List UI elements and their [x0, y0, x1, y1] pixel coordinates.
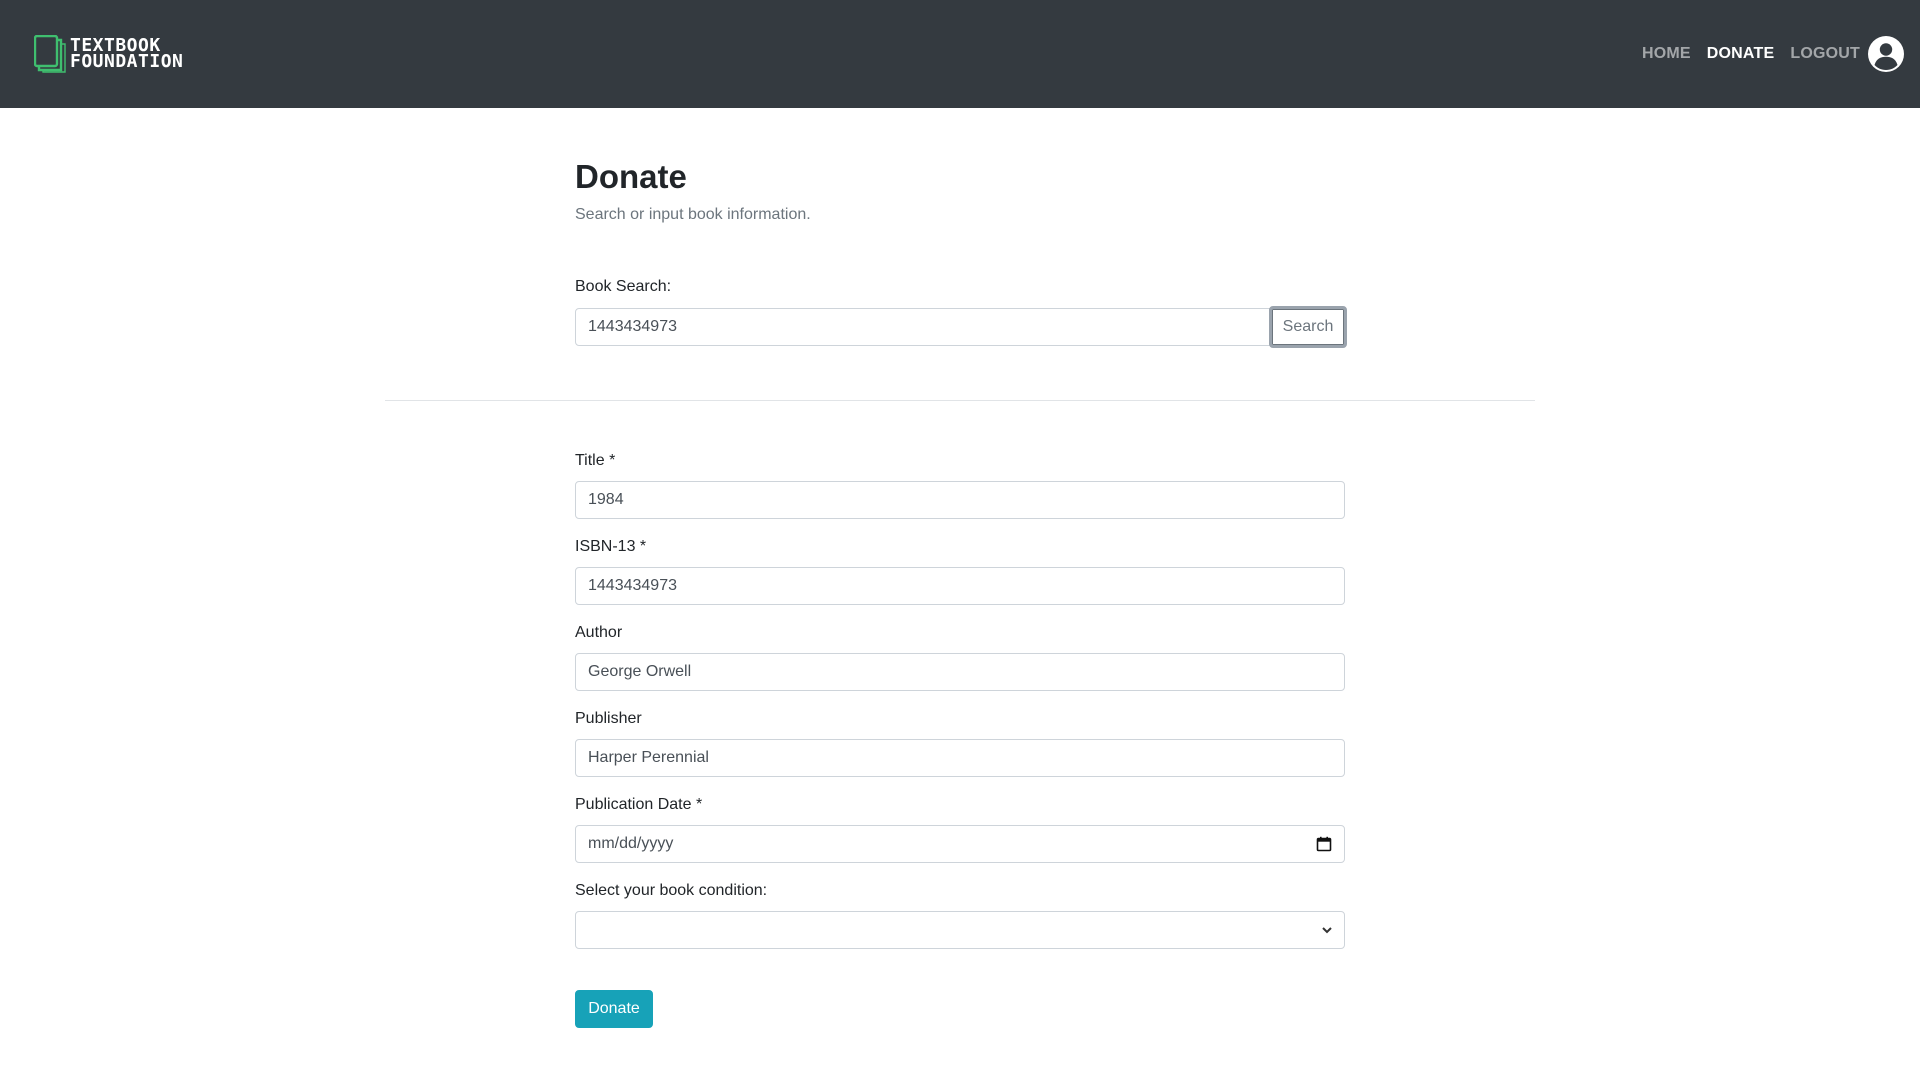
search-button[interactable]: Search [1269, 306, 1347, 348]
section-divider [385, 400, 1535, 401]
condition-select[interactable] [575, 911, 1345, 949]
book-search-input[interactable]: 1443434973 [575, 308, 1270, 346]
author-label: Author [575, 624, 623, 641]
condition-label: Select your book condition: [575, 882, 768, 899]
book-stack-icon [34, 35, 66, 73]
chevron-down-icon [1322, 927, 1332, 934]
isbn-label: ISBN-13 * [575, 538, 647, 555]
page-title: Donate [575, 158, 687, 195]
isbn-input[interactable]: 1443434973 [575, 567, 1345, 605]
main-nav: HOME DONATE LOGOUT [1626, 32, 1904, 76]
brand-line-2: FOUNDATION [70, 51, 184, 72]
publisher-label: Publisher [575, 710, 642, 727]
calendar-icon[interactable] [1316, 836, 1332, 852]
top-navbar: TEXTBOOK FOUNDATION HOME DONATE LOGOUT [0, 0, 1920, 108]
donate-submit-button[interactable]: Donate [575, 990, 653, 1028]
page-subtitle: Search or input book information. [575, 206, 811, 223]
publication-date-label: Publication Date * [575, 796, 703, 813]
title-input[interactable]: 1984 [575, 481, 1345, 519]
nav-logout-link[interactable]: LOGOUT [1790, 45, 1860, 63]
publication-date-input[interactable]: mm/dd/yyyy [575, 825, 1345, 863]
brand-logo-link[interactable]: TEXTBOOK FOUNDATION [34, 34, 183, 74]
user-circle-icon[interactable] [1868, 36, 1904, 72]
author-input[interactable]: George Orwell [575, 653, 1345, 691]
book-search-label: Book Search: [575, 278, 672, 295]
title-label: Title * [575, 452, 616, 469]
publisher-input[interactable]: Harper Perennial [575, 739, 1345, 777]
nav-home-link[interactable]: HOME [1642, 45, 1691, 63]
brand-wordmark: TEXTBOOK FOUNDATION [70, 37, 184, 72]
book-search-group: 1443434973 Search [575, 306, 1347, 348]
date-placeholder: mm/dd/yyyy [588, 835, 674, 852]
nav-donate-link[interactable]: DONATE [1707, 45, 1775, 63]
